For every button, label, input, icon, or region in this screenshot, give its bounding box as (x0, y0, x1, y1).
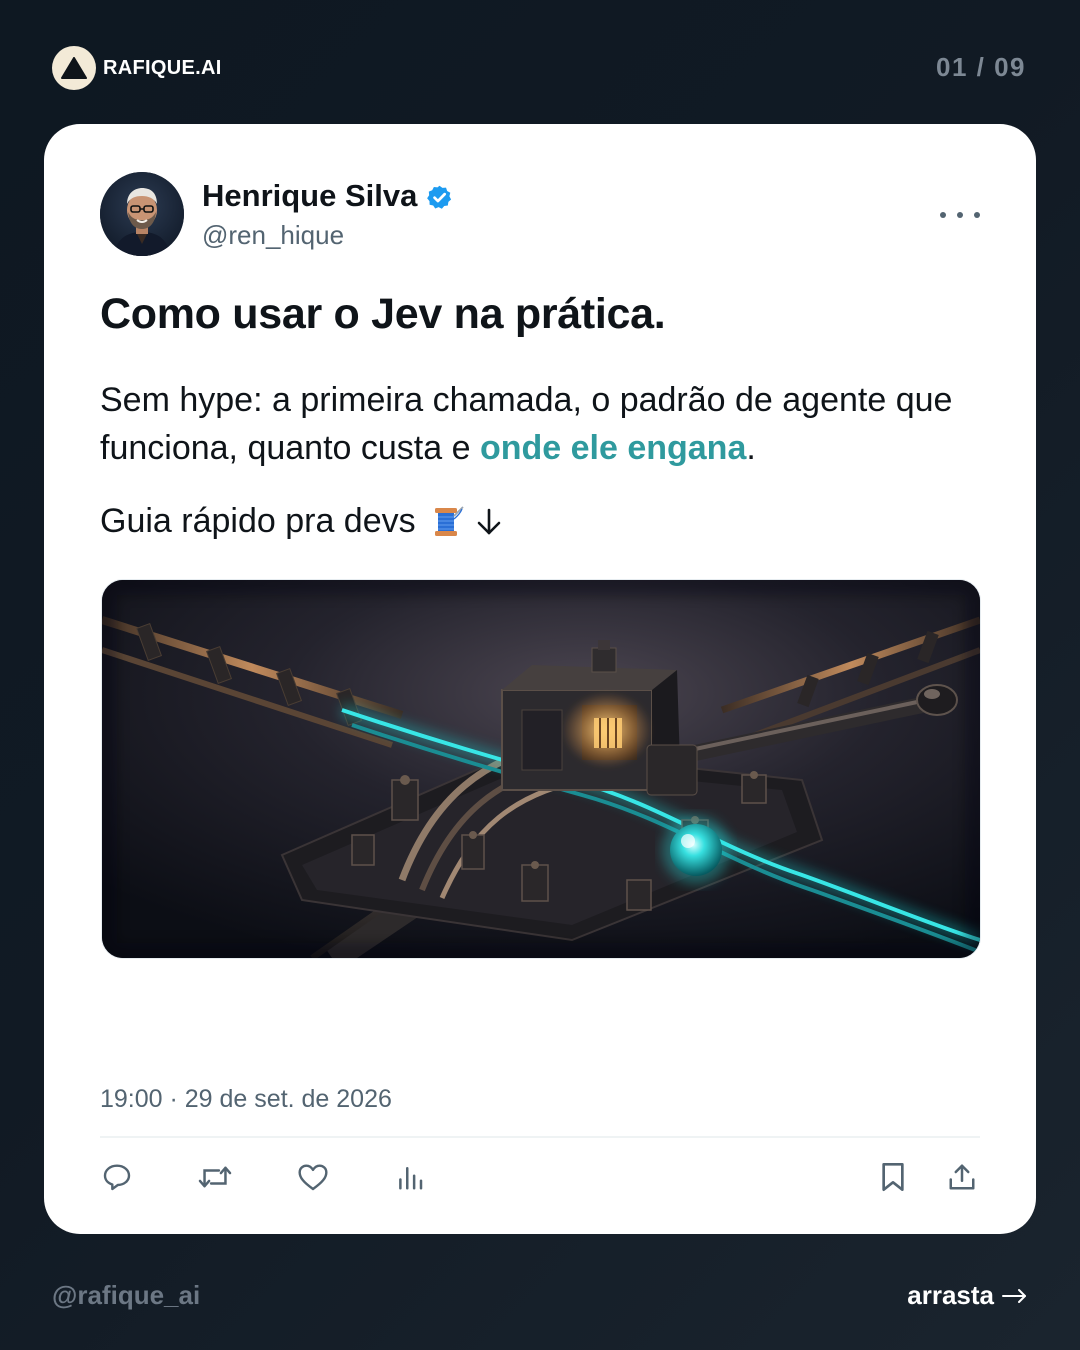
share-icon (949, 1164, 975, 1190)
post-media-image[interactable] (101, 579, 981, 959)
brand: RAFIQUE.AI (52, 45, 222, 91)
post-card: Henrique Silva @ren_hique Como usar o Je… (44, 124, 1036, 1234)
railway-switch-illustration (102, 580, 980, 958)
like-icon (298, 1164, 328, 1191)
guide-text: Guia rápido pra devs (100, 502, 416, 540)
post-timestamp[interactable]: 19:00 · 29 de set. de 2026 (100, 1085, 392, 1114)
share-button[interactable] (945, 1160, 979, 1194)
avatar[interactable] (100, 172, 184, 256)
views-icon (399, 1167, 423, 1190)
author-name-row[interactable]: Henrique Silva (202, 178, 453, 214)
more-options-button[interactable] (940, 202, 980, 228)
triangle-logo-icon (52, 46, 96, 90)
more-dot-icon (957, 212, 963, 218)
more-dot-icon (974, 212, 980, 218)
post-body-highlight: onde ele engana (479, 429, 747, 467)
bookmark-button[interactable] (876, 1160, 910, 1194)
verified-badge-icon (426, 183, 453, 210)
footer-handle[interactable]: @rafique_ai (52, 1280, 200, 1311)
post-body: Sem hype: a primeira chamada, o padrão d… (100, 376, 980, 472)
repost-icon (198, 1166, 232, 1188)
author-name[interactable]: Henrique Silva (202, 178, 417, 214)
swipe-label: arrasta (907, 1280, 994, 1310)
arrow-down-icon (476, 507, 502, 537)
reply-button[interactable] (100, 1160, 134, 1194)
bookmark-icon (882, 1163, 904, 1191)
guide-line: Guia rápido pra devs (100, 502, 502, 541)
swipe-hint[interactable]: arrasta (907, 1280, 1028, 1311)
arrow-right-icon (1002, 1288, 1026, 1303)
page-counter: 01 / 09 (935, 52, 1026, 82)
thread-spool-icon (430, 504, 466, 540)
views-button[interactable] (394, 1160, 428, 1194)
more-dot-icon (940, 212, 946, 218)
post-body-end: . (746, 429, 756, 467)
brand-name: RAFIQUE.AI (103, 56, 222, 79)
reply-icon (103, 1164, 131, 1191)
like-button[interactable] (296, 1160, 330, 1194)
author-handle[interactable]: @ren_hique (202, 220, 344, 251)
post-headline: Como usar o Jev na prática. (100, 290, 666, 338)
repost-button[interactable] (198, 1160, 232, 1194)
divider (100, 1136, 980, 1138)
